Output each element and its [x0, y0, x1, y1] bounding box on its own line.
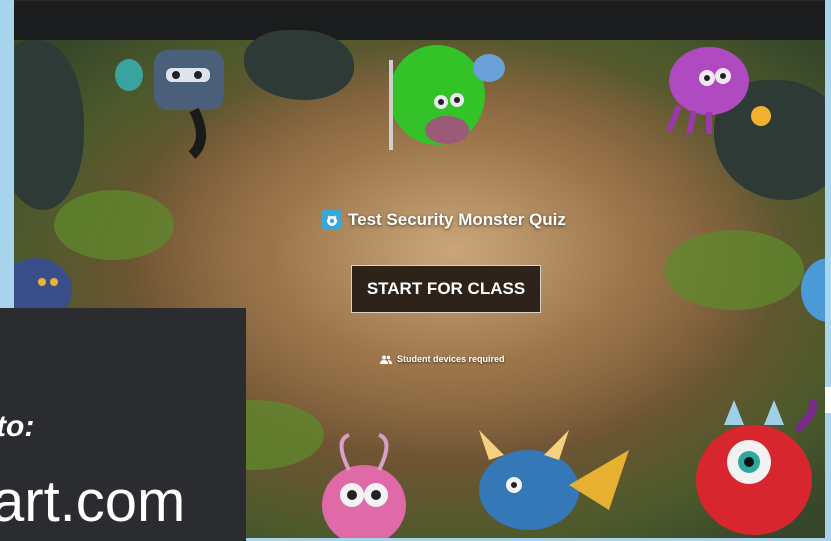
right-edge-highlight [825, 387, 831, 413]
dragon-monster-illustration [479, 430, 629, 530]
green-monster-illustration [389, 45, 505, 150]
blue-fuzzy-monster-illustration [801, 258, 825, 322]
student-devices-note: Student devices required [380, 352, 505, 366]
right-edge-strip [825, 0, 831, 541]
ninja-monster-illustration [115, 50, 224, 159]
rock-left [14, 40, 84, 210]
overlay-window: to: art.com [0, 308, 246, 541]
rock-top [244, 30, 354, 100]
people-icon [380, 355, 392, 364]
start-for-class-button[interactable]: START FOR CLASS [351, 265, 541, 313]
red-cyclops-monster-illustration [696, 400, 818, 535]
grass-patch [664, 230, 804, 310]
pink-fuzzy-monster-illustration [322, 433, 406, 538]
monster-quiz-icon [322, 210, 342, 230]
quiz-title-text: Test Security Monster Quiz [348, 210, 566, 229]
overlay-text-line2: art.com [0, 469, 186, 534]
quiz-title: Test Security Monster Quiz [322, 208, 566, 232]
purple-monster-illustration [666, 47, 771, 135]
top-bar [14, 0, 825, 41]
overlay-text-line1: to: [0, 410, 35, 443]
student-devices-text: Student devices required [397, 354, 505, 364]
